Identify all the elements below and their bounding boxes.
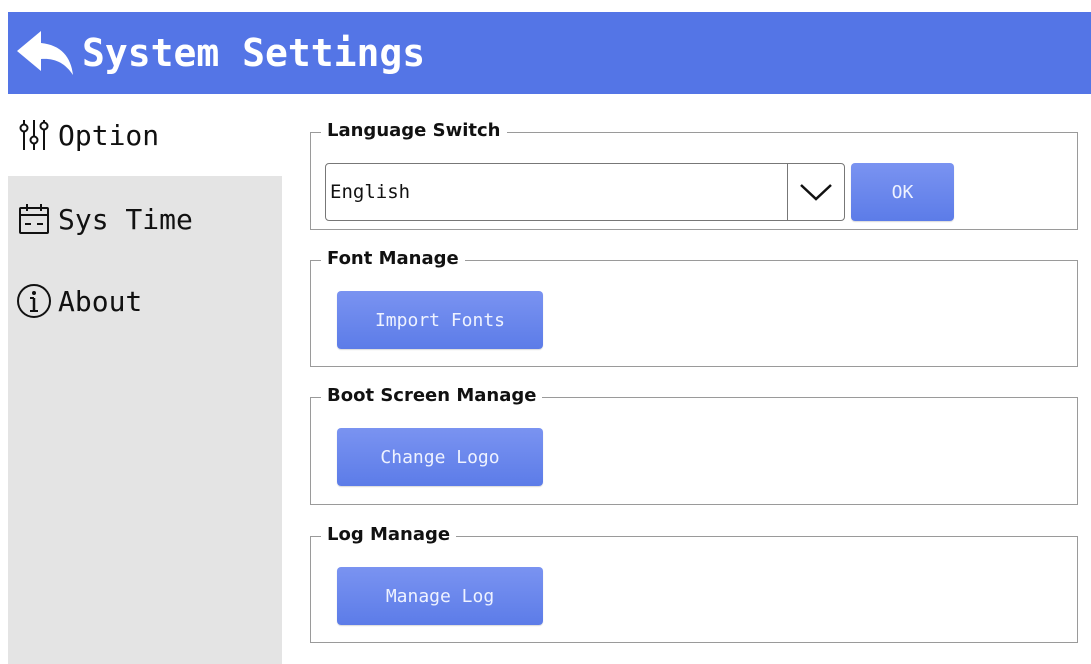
back-arrow-icon bbox=[17, 31, 73, 75]
info-icon bbox=[14, 281, 54, 321]
boot-screen-manage-legend: Boot Screen Manage bbox=[321, 384, 543, 408]
back-button[interactable] bbox=[12, 12, 78, 94]
sidebar-item-label: About bbox=[58, 284, 143, 318]
import-fonts-button[interactable]: Import Fonts bbox=[337, 291, 543, 349]
boot-screen-manage-group: Boot Screen Manage Change Logo bbox=[310, 384, 1078, 505]
sidebar-item-label: Option bbox=[58, 118, 160, 152]
sidebar-item-option[interactable]: Option bbox=[8, 94, 282, 176]
sidebar-item-about[interactable]: About bbox=[8, 260, 282, 342]
sidebar-item-sys-time[interactable]: Sys Time bbox=[8, 178, 282, 260]
log-manage-group: Log Manage Manage Log bbox=[310, 523, 1078, 643]
font-manage-legend: Font Manage bbox=[321, 247, 465, 271]
font-manage-group: Font Manage Import Fonts bbox=[310, 247, 1078, 367]
language-switch-legend: Language Switch bbox=[321, 119, 507, 143]
ok-button[interactable]: OK bbox=[851, 163, 954, 221]
calendar-icon bbox=[14, 199, 54, 239]
sidebar-item-label: Sys Time bbox=[58, 202, 193, 236]
chevron-down-icon[interactable] bbox=[787, 164, 844, 220]
sidebar: Option Sys Time About bbox=[8, 94, 282, 664]
language-select[interactable]: English bbox=[325, 163, 845, 221]
page-title: System Settings bbox=[82, 31, 426, 75]
language-select-value: English bbox=[330, 181, 411, 203]
change-logo-button[interactable]: Change Logo bbox=[337, 428, 543, 486]
title-bar: System Settings bbox=[8, 12, 1091, 94]
language-switch-group: Language Switch English OK bbox=[310, 119, 1078, 230]
log-manage-legend: Log Manage bbox=[321, 523, 457, 547]
sliders-icon bbox=[14, 115, 54, 155]
manage-log-button[interactable]: Manage Log bbox=[337, 567, 543, 625]
